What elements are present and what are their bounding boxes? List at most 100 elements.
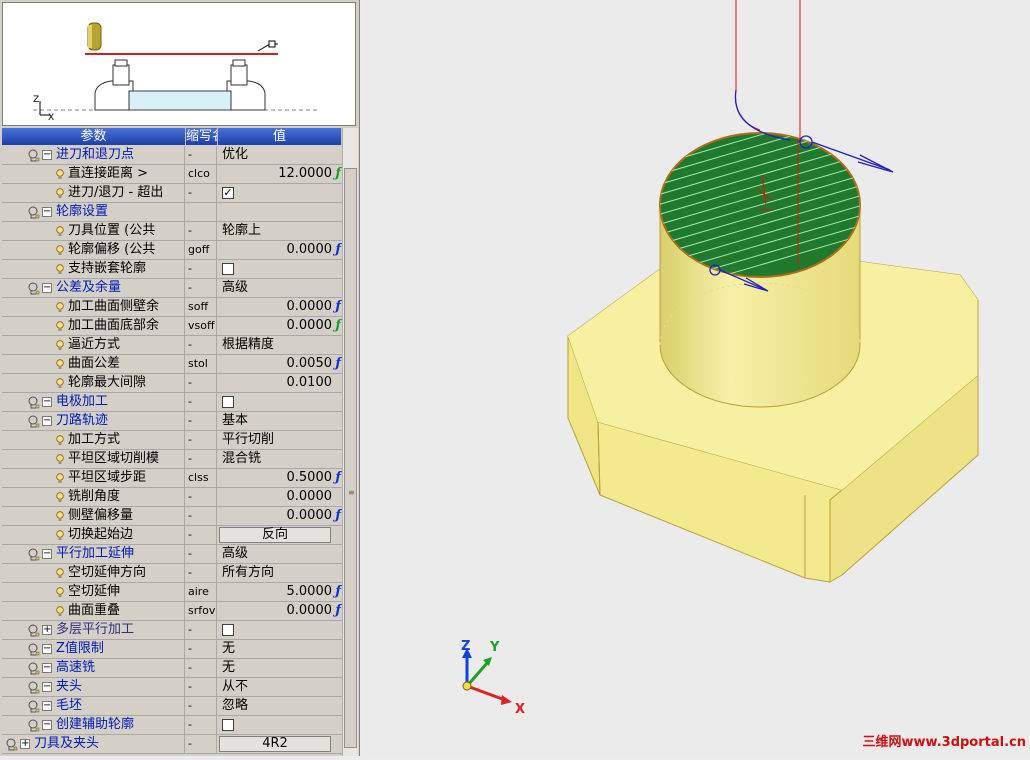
param-name-cell[interactable]: − 电极加工 <box>2 393 185 411</box>
param-name-cell[interactable]: 刀具位置 (公共 <box>2 222 185 240</box>
param-value-cell[interactable] <box>218 203 342 221</box>
param-name-cell[interactable]: + 多层平行加工 <box>2 621 185 639</box>
param-name-cell[interactable]: − 公差及余量 <box>2 279 185 297</box>
formula-icon[interactable]: ƒ <box>335 507 341 525</box>
group-row[interactable]: − 轮廓设置 <box>2 203 342 222</box>
group-row[interactable]: + 多层平行加工 - <box>2 621 342 640</box>
value-number[interactable]: 0.0000 <box>287 317 333 335</box>
param-value-cell[interactable]: 5.0000 ƒ <box>218 583 342 601</box>
group-row[interactable]: − 夹头 - 从不 <box>2 678 342 697</box>
param-value-cell[interactable]: 无 <box>218 659 342 677</box>
param-name-cell[interactable]: 轮廓偏移 (公共 <box>2 241 185 259</box>
collapse-toggle-icon[interactable]: − <box>42 644 52 654</box>
value-number[interactable]: 0.0050 <box>287 355 333 373</box>
collapse-toggle-icon[interactable]: − <box>42 701 52 711</box>
param-row[interactable]: 曲面重叠 srfov 0.0000 ƒ <box>2 602 342 621</box>
formula-icon[interactable]: ƒ <box>335 355 341 373</box>
column-header-value[interactable]: 值 <box>218 128 342 145</box>
param-row[interactable]: 切换起始边 - 反向 <box>2 526 342 545</box>
param-name-cell[interactable]: − 高速铣 <box>2 659 185 677</box>
param-name-cell[interactable]: 加工曲面底部余 <box>2 317 185 335</box>
param-row[interactable]: 平坦区域切削模 - 混合铣 <box>2 450 342 469</box>
group-row[interactable]: − Z值限制 - 无 <box>2 640 342 659</box>
checkbox[interactable] <box>222 263 234 275</box>
column-header-param[interactable]: 参数 <box>2 128 186 145</box>
param-value-cell[interactable] <box>218 716 342 734</box>
param-row[interactable]: 侧壁偏移量 -0.0000 ƒ <box>2 507 342 526</box>
formula-icon[interactable]: ƒ <box>335 583 341 601</box>
param-row[interactable]: 轮廓偏移 (公共 goff 0.0000 ƒ <box>2 241 342 260</box>
param-name-cell[interactable]: − 毛坯 <box>2 697 185 715</box>
param-row[interactable]: 加工方式 - 平行切削 <box>2 431 342 450</box>
param-value-cell[interactable]: 优化 <box>218 146 342 164</box>
param-row[interactable]: 轮廓最大间隙 - 0.0100 <box>2 374 342 393</box>
group-row[interactable]: − 创建辅助轮廓 - <box>2 716 342 735</box>
value-number[interactable]: 12.0000 <box>278 165 332 183</box>
param-name-cell[interactable]: − 平行加工延伸 <box>2 545 185 563</box>
value-number[interactable]: 0.0000 <box>287 298 333 316</box>
collapse-toggle-icon[interactable]: − <box>42 283 52 293</box>
value-number[interactable]: 5.0000 <box>287 583 333 601</box>
param-value-cell[interactable]: 0.0000 <box>218 488 342 506</box>
param-name-cell[interactable]: 加工曲面侧壁余 <box>2 298 185 316</box>
collapse-toggle-icon[interactable]: − <box>42 150 52 160</box>
param-row[interactable]: 支持嵌套轮廓 - <box>2 260 342 279</box>
collapse-toggle-icon[interactable]: − <box>42 397 52 407</box>
group-row[interactable]: + 刀具及夹头 -4R2 <box>2 735 342 754</box>
group-row[interactable]: − 高速铣 - 无 <box>2 659 342 678</box>
collapse-toggle-icon[interactable]: − <box>42 416 52 426</box>
param-name-cell[interactable]: 加工方式 <box>2 431 185 449</box>
param-value-cell[interactable]: 轮廓上 <box>218 222 342 240</box>
formula-icon[interactable]: ƒ <box>335 317 341 335</box>
checkbox[interactable]: ✓ <box>222 187 234 199</box>
vertical-scrollbar[interactable]: ≡ <box>342 128 358 756</box>
param-value-cell[interactable]: 基本 <box>218 412 342 430</box>
group-row[interactable]: − 进刀和退刀点 - 优化 <box>2 146 342 165</box>
param-row[interactable]: 逼近方式 - 根据精度 <box>2 336 342 355</box>
param-value-cell[interactable]: 0.5000 ƒ <box>218 469 342 487</box>
param-row[interactable]: 刀具位置 (公共 - 轮廓上 <box>2 222 342 241</box>
formula-icon[interactable]: ƒ <box>335 602 341 620</box>
part-model-view[interactable]: Z Y X <box>366 0 1030 756</box>
param-value-cell[interactable]: 反向 <box>218 526 342 544</box>
value-number[interactable]: 0.0000 <box>287 241 333 259</box>
param-row[interactable]: 加工曲面侧壁余 soff 0.0000 ƒ <box>2 298 342 317</box>
formula-icon[interactable]: ƒ <box>335 469 341 487</box>
param-name-cell[interactable]: 曲面重叠 <box>2 602 185 620</box>
param-row[interactable]: 进刀/退刀 - 超出 - ✓ <box>2 184 342 203</box>
collapse-toggle-icon[interactable]: − <box>42 207 52 217</box>
param-value-cell[interactable]: 忽略 <box>218 697 342 715</box>
checkbox[interactable] <box>222 719 234 731</box>
collapse-toggle-icon[interactable]: − <box>42 663 52 673</box>
param-row[interactable]: 平坦区域步距 clss 0.5000 ƒ <box>2 469 342 488</box>
param-name-cell[interactable]: 空切延伸 <box>2 583 185 601</box>
formula-icon[interactable]: ƒ <box>335 298 341 316</box>
param-value-cell[interactable] <box>218 621 342 639</box>
param-value-cell[interactable]: 12.0000 ƒ <box>218 165 342 183</box>
param-name-cell[interactable]: − 进刀和退刀点 <box>2 146 185 164</box>
param-name-cell[interactable]: 支持嵌套轮廓 <box>2 260 185 278</box>
group-row[interactable]: − 平行加工延伸 - 高级 <box>2 545 342 564</box>
param-value-cell[interactable]: 0.0000 ƒ <box>218 298 342 316</box>
param-value-cell[interactable]: 高级 <box>218 279 342 297</box>
collapse-toggle-icon[interactable]: − <box>42 720 52 730</box>
value-number[interactable]: 0.0000 <box>287 507 333 525</box>
param-value-cell[interactable]: 无 <box>218 640 342 658</box>
param-name-cell[interactable]: − 创建辅助轮廓 <box>2 716 185 734</box>
param-name-cell[interactable]: − 夹头 <box>2 678 185 696</box>
group-row[interactable]: − 电极加工 - <box>2 393 342 412</box>
param-value-cell[interactable]: 所有方向 <box>218 564 342 582</box>
param-value-cell[interactable]: ✓ <box>218 184 342 202</box>
param-name-cell[interactable]: 侧壁偏移量 <box>2 507 185 525</box>
param-value-cell[interactable]: 根据精度 <box>218 336 342 354</box>
param-value-cell[interactable] <box>218 393 342 411</box>
param-name-cell[interactable]: − 刀路轨迹 <box>2 412 185 430</box>
param-name-cell[interactable]: 曲面公差 <box>2 355 185 373</box>
param-row[interactable]: 空切延伸 aire 5.0000 ƒ <box>2 583 342 602</box>
param-value-cell[interactable]: 0.0000 ƒ <box>218 602 342 620</box>
value-button[interactable]: 反向 <box>219 527 331 543</box>
param-row[interactable]: 直连接距离 > clco 12.0000 ƒ <box>2 165 342 184</box>
collapse-toggle-icon[interactable]: − <box>42 549 52 559</box>
param-name-cell[interactable]: 直连接距离 > <box>2 165 185 183</box>
param-name-cell[interactable]: 逼近方式 <box>2 336 185 354</box>
